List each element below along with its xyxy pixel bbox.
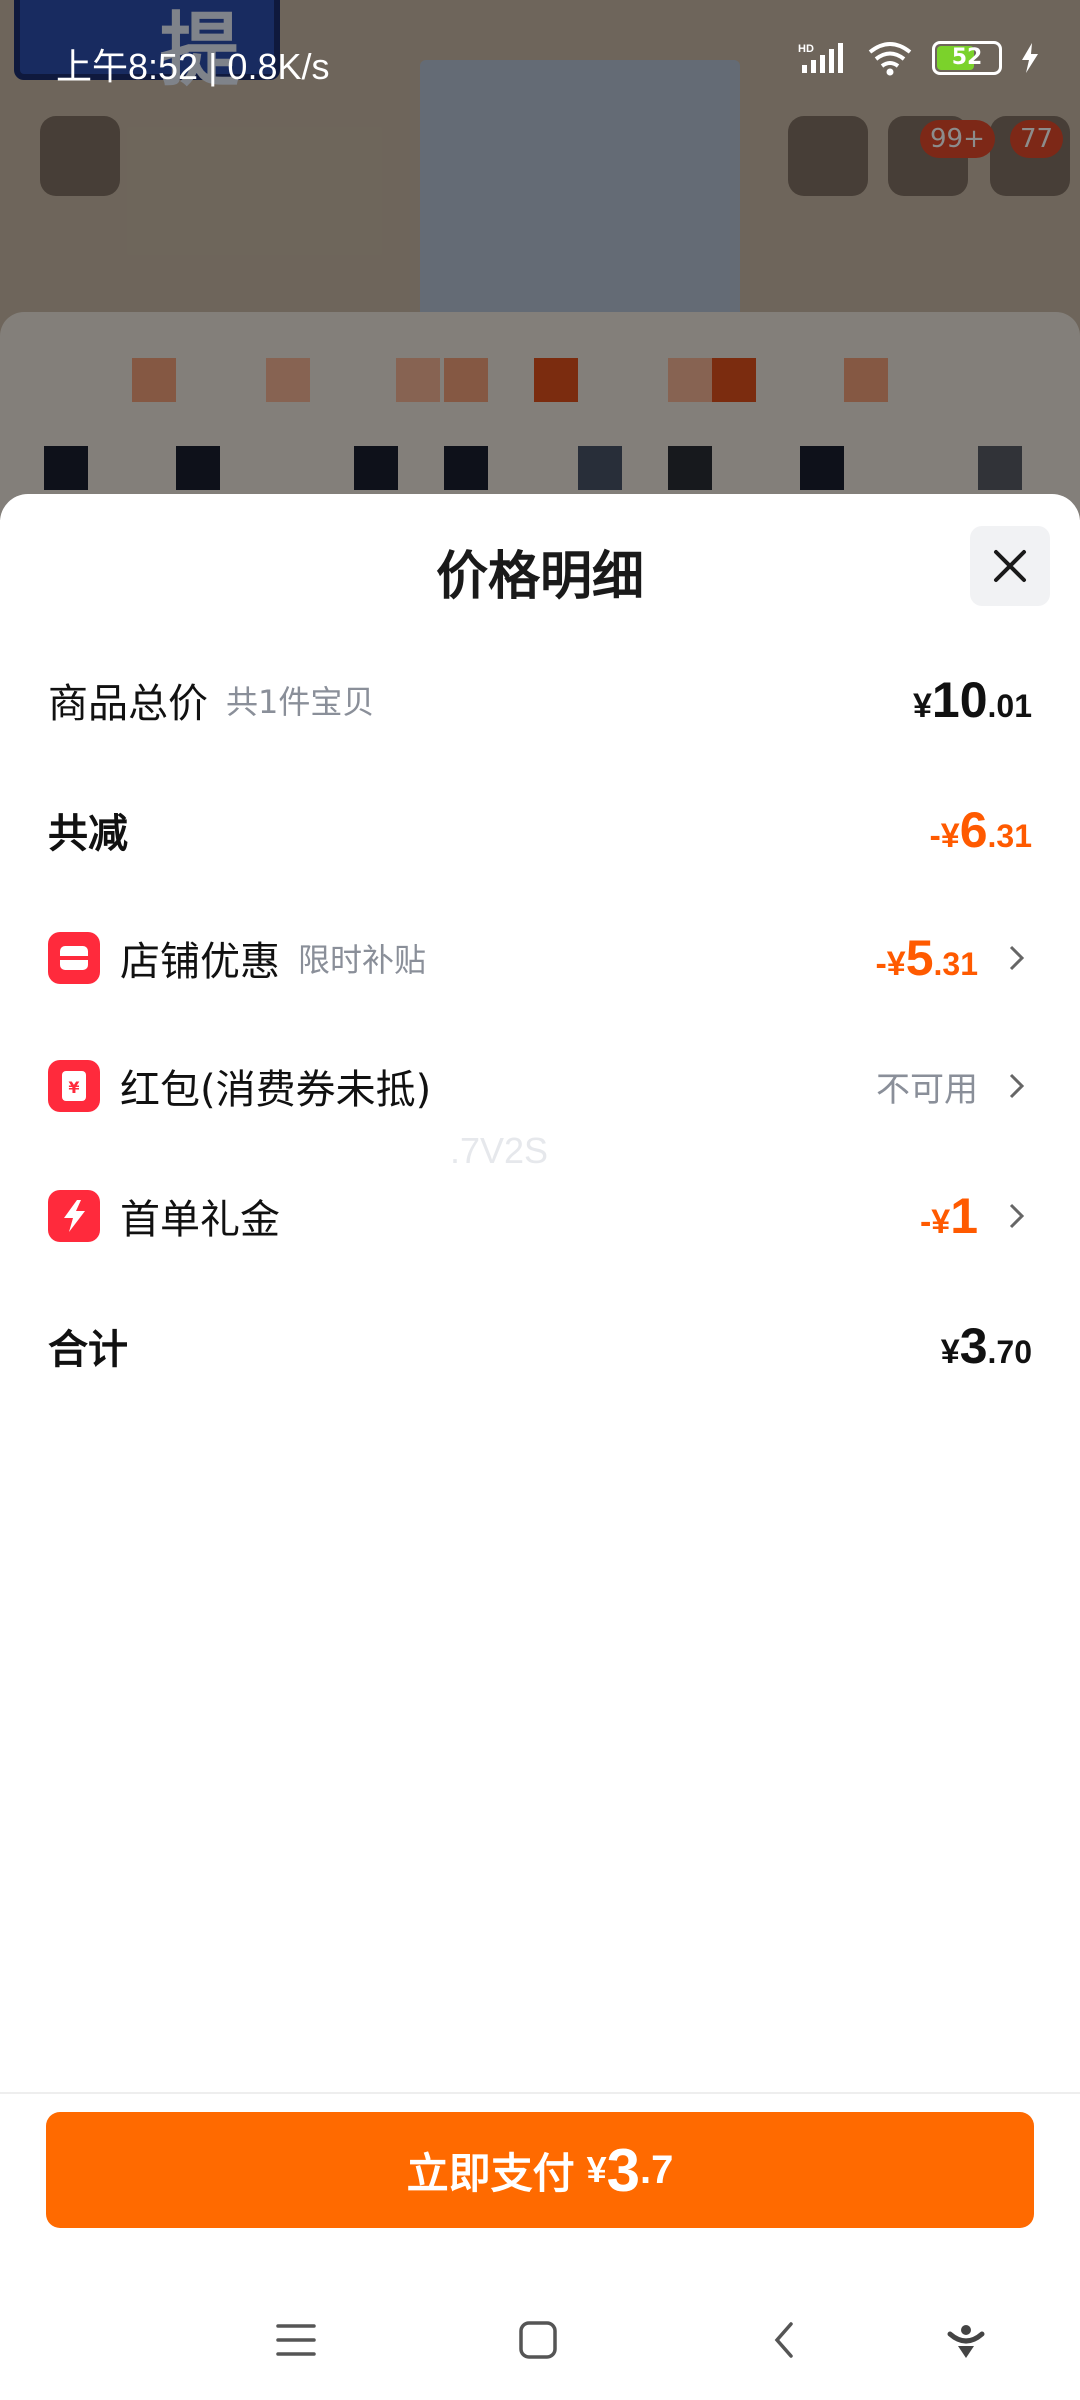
total-discount-label: 共减 <box>48 811 128 857</box>
sum-price: ¥3.70 <box>940 1318 1032 1374</box>
charging-icon <box>1022 43 1038 73</box>
pay-currency: ¥ <box>586 2149 607 2190</box>
status-icons: HD 52 <box>798 40 1040 76</box>
shop-icon <box>48 932 100 984</box>
system-nav-bar <box>0 2270 1080 2400</box>
hd-signal-icon: HD <box>798 43 843 73</box>
red-packet-label: 红包(消费券未抵) <box>120 1067 432 1113</box>
row-sum: 合计 ¥3.70 <box>48 1306 1032 1386</box>
sheet-title: 价格明细 <box>435 547 644 607</box>
home-icon[interactable] <box>508 2310 568 2370</box>
sum-label: 合计 <box>48 1327 128 1373</box>
back-icon[interactable] <box>754 2310 814 2370</box>
goods-total-label: 商品总价 <box>48 681 208 727</box>
battery-icon: 52 <box>932 41 1002 75</box>
row-total-discount: 共减 -¥6.31 <box>48 790 1032 870</box>
shop-discount-price: -¥5.31 <box>875 930 978 986</box>
pay-amount-dec: .7 <box>640 2147 674 2192</box>
pay-amount-int: 3 <box>606 2136 641 2204</box>
menu-icon[interactable] <box>266 2310 326 2370</box>
wifi-icon <box>868 42 912 76</box>
red-packet-icon: ¥ <box>48 1060 100 1112</box>
shop-discount-tag: 限时补贴 <box>298 941 427 979</box>
row-shop-discount[interactable]: 店铺优惠 限时补贴 -¥5.31 <box>48 918 1032 998</box>
row-goods-total: 商品总价 共1件宝贝 ¥10.01 <box>48 660 1032 740</box>
status-time: 上午8:52 | 0.8K/s <box>56 46 330 87</box>
footer-divider <box>0 2092 1080 2094</box>
pay-now-button[interactable]: 立即支付 ¥ 3 .7 <box>46 2112 1034 2228</box>
close-icon <box>994 550 1026 582</box>
svg-text:¥: ¥ <box>68 1078 79 1097</box>
first-order-gift-price: -¥1 <box>919 1188 978 1244</box>
close-button[interactable] <box>970 526 1050 606</box>
row-red-packet[interactable]: ¥ 红包(消费券未抵) 不可用 <box>48 1046 1032 1126</box>
pay-now-label: 立即支付 <box>406 2148 575 2198</box>
red-packet-value: 不可用 <box>876 1069 978 1110</box>
chevron-right-icon <box>1002 1201 1032 1231</box>
status-bar: 上午8:52 | 0.8K/s HD 52 <box>0 0 1080 96</box>
watermark: .7V2S <box>450 1130 549 1171</box>
chevron-right-icon <box>1002 1071 1032 1101</box>
goods-total-count: 共1件宝贝 <box>226 683 375 721</box>
battery-level: 52 <box>951 45 983 70</box>
row-first-order-gift[interactable]: 首单礼金 -¥1 <box>48 1176 1032 1256</box>
chevron-right-icon <box>1002 943 1032 973</box>
total-discount-price: -¥6.31 <box>929 802 1032 858</box>
goods-total-price: ¥10.01 <box>912 672 1032 728</box>
assistant-icon[interactable] <box>936 2310 996 2370</box>
svg-text:HD: HD <box>798 43 814 55</box>
lightning-icon <box>48 1190 100 1242</box>
shop-discount-label: 店铺优惠 <box>120 939 280 985</box>
first-order-gift-label: 首单礼金 <box>120 1197 280 1243</box>
